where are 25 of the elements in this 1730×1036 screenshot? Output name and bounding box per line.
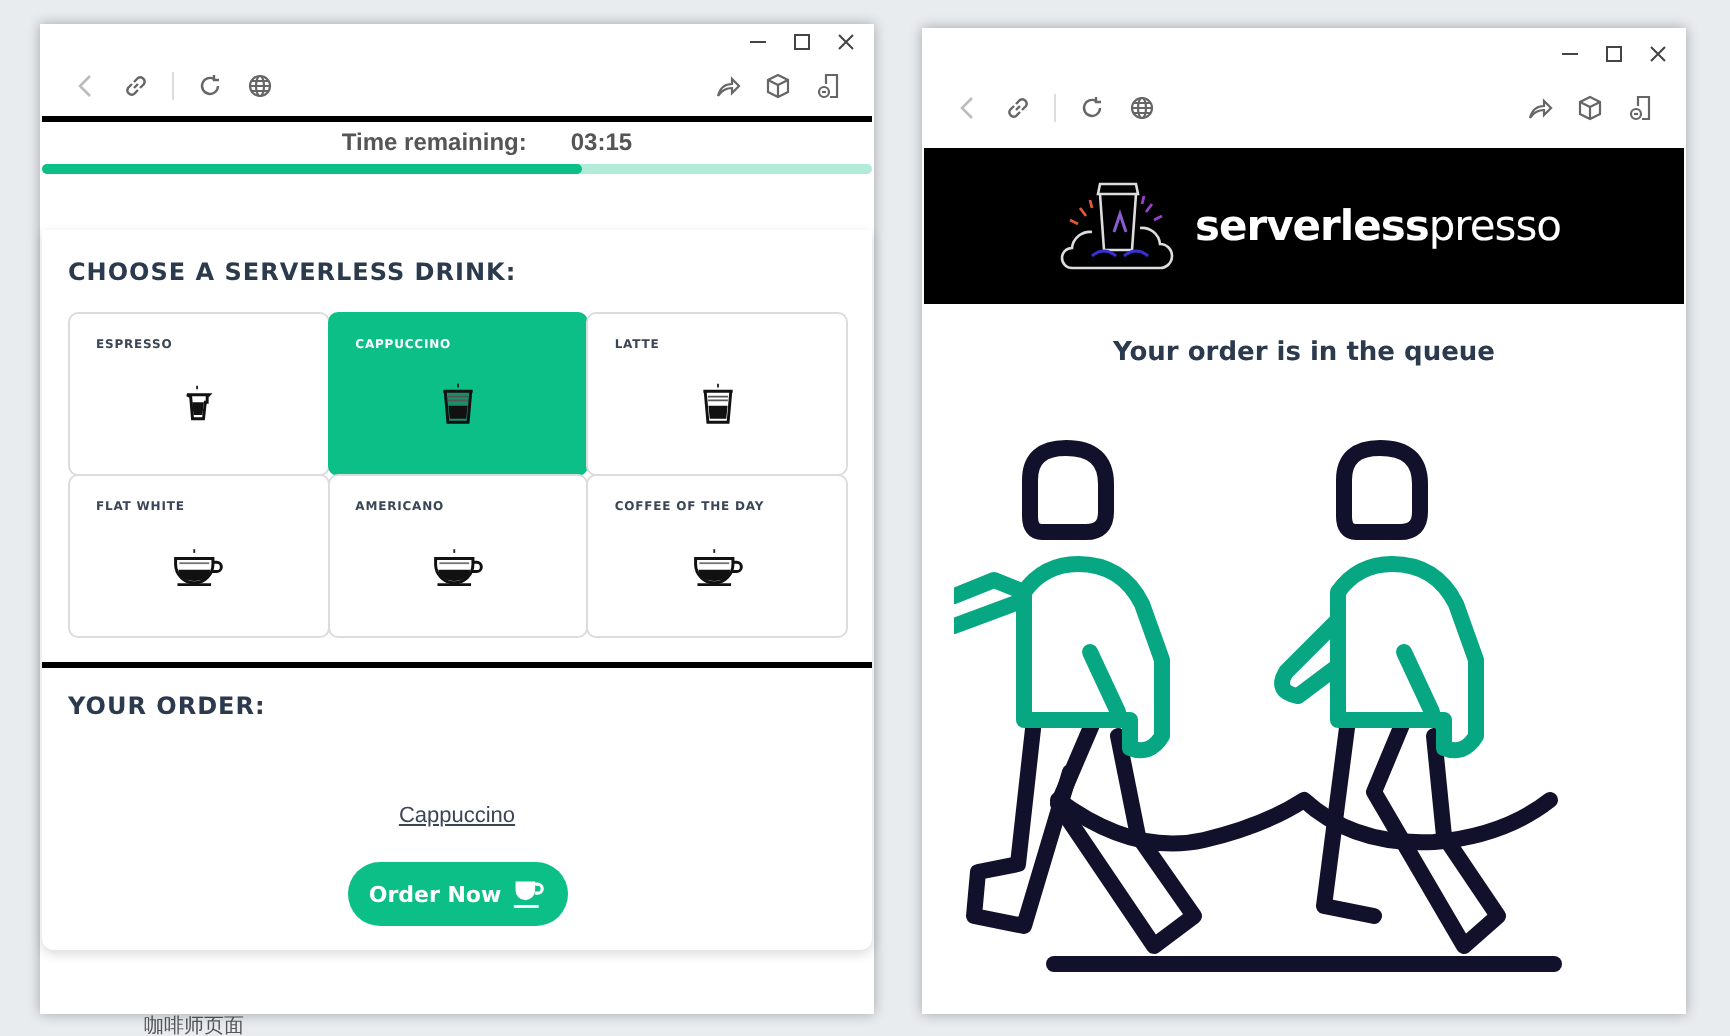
globe-icon[interactable] bbox=[246, 72, 274, 100]
section-heading: CHOOSE A SERVERLESS DRINK: bbox=[68, 258, 519, 286]
maximize-button[interactable] bbox=[1604, 44, 1624, 64]
refresh-icon[interactable] bbox=[196, 72, 224, 100]
device-icon[interactable] bbox=[1626, 94, 1654, 122]
refresh-icon[interactable] bbox=[1078, 94, 1106, 122]
status-message: Your order is in the queue bbox=[1111, 338, 1497, 368]
order-item-link[interactable]: Cappuccino bbox=[398, 804, 516, 828]
coffee-cup-icon bbox=[509, 878, 546, 910]
link-icon[interactable] bbox=[122, 72, 150, 100]
close-button[interactable] bbox=[836, 32, 856, 52]
time-remaining-value: 03:15 bbox=[570, 128, 633, 156]
cube-icon[interactable] bbox=[1576, 94, 1604, 122]
logo-text: serverlesspresso bbox=[1195, 202, 1561, 250]
link-icon[interactable] bbox=[1004, 94, 1032, 122]
close-button[interactable] bbox=[1648, 44, 1668, 64]
background-label: 咖啡师页面 bbox=[144, 1013, 244, 1036]
globe-icon[interactable] bbox=[1128, 94, 1156, 122]
maximize-button[interactable] bbox=[792, 32, 812, 52]
share-icon[interactable] bbox=[714, 72, 742, 100]
share-icon[interactable] bbox=[1526, 94, 1554, 122]
section-heading: YOUR ORDER: bbox=[68, 692, 268, 720]
time-remaining-label: Time remaining: bbox=[341, 128, 527, 156]
cube-icon[interactable] bbox=[764, 72, 792, 100]
device-icon[interactable] bbox=[814, 72, 842, 100]
